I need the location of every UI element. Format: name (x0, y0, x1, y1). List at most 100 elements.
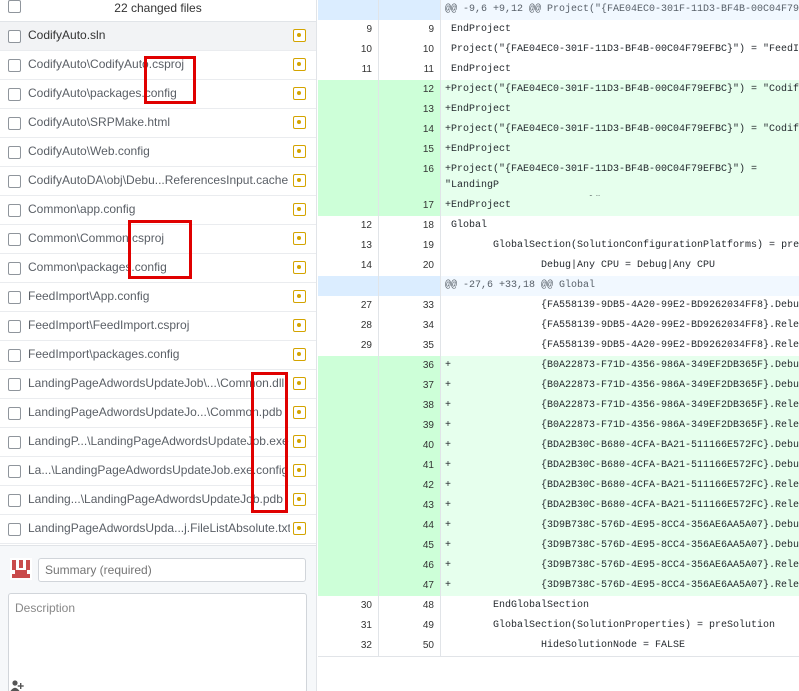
new-line-number: 50 (422, 640, 434, 651)
modified-icon (293, 406, 306, 419)
file-list-item[interactable]: LandingP...\LandingPageAdwordsUpdateJob.… (0, 428, 316, 457)
file-list-item[interactable]: CodifyAuto\CodifyAuto.csproj (0, 51, 316, 80)
new-line-number: 49 (422, 620, 434, 631)
modified-icon (293, 261, 306, 274)
file-include-checkbox[interactable] (8, 291, 21, 304)
file-include-checkbox[interactable] (8, 436, 21, 449)
old-line-number: 14 (360, 260, 372, 271)
file-path: CodifyAuto.sln (28, 28, 106, 42)
diff-added-line: 42 + {BDA2B30C-B680-4CFA-BA21-511166E572F… (318, 476, 799, 496)
description-placeholder: Description (15, 601, 76, 615)
file-list-item[interactable]: Common\Common.csproj (0, 225, 316, 254)
file-include-checkbox[interactable] (8, 88, 21, 101)
changes-sidebar: 22 changed files CodifyAuto.sln CodifyAut… (0, 0, 317, 691)
file-include-checkbox[interactable] (8, 465, 21, 478)
diff-code: + {BDA2B30C-B680-4CFA-BA21-511166E572FC}… (445, 440, 799, 451)
file-include-checkbox[interactable] (8, 204, 21, 217)
diff-hunk-header: @@ -9,6 +9,12 @@ Project("{FAE04EC0-301F… (318, 0, 799, 20)
file-include-checkbox[interactable] (8, 378, 21, 391)
old-line-number: 30 (360, 600, 372, 611)
diff-code: {FA558139-9DB5-4A20-99E2-BD9262034FF8}.R… (541, 340, 799, 351)
file-include-checkbox[interactable] (8, 117, 21, 130)
diff-context-line: 12 18 Global (318, 216, 799, 236)
new-line-number: 40 (378, 436, 440, 456)
add-person-icon[interactable] (10, 680, 24, 691)
diff-code: Project("{FAE04EC0-301F-11D3-BF4B-00C04F… (445, 44, 799, 55)
old-line-number: 32 (360, 640, 372, 651)
diff-added-line: 12 +Project("{FAE04EC0-301F-11D3-BF4B-00C… (318, 80, 799, 100)
file-list-item[interactable]: CodifyAuto.sln (0, 22, 316, 51)
diff-code: + {3D9B738C-576D-4E95-8CC4-356AE6AA5A07}… (445, 580, 799, 591)
old-line-number (318, 436, 378, 456)
file-include-checkbox[interactable] (8, 407, 21, 420)
file-list-item[interactable]: CodifyAuto\packages.config (0, 80, 316, 109)
diff-hunk-header: @@ -27,6 +33,18 @@ Global (318, 276, 799, 296)
modified-icon (293, 232, 306, 245)
diff-context-line: 31 49 GlobalSection(SolutionProperties) =… (318, 616, 799, 636)
diff-added-line: 37 + {B0A22873-F71D-4356-986A-349EF2DB365… (318, 376, 799, 396)
file-list-item[interactable]: Common\packages.config (0, 254, 316, 283)
file-include-checkbox[interactable] (8, 349, 21, 362)
file-include-checkbox[interactable] (8, 320, 21, 333)
diff-code: EndProject (445, 24, 512, 35)
diff-code: @@ -9,6 +9,12 @@ Project("{FAE04EC0-301F… (445, 4, 799, 15)
file-list-item[interactable]: LandingPageAdwordsUpdateJob\...\Common.d… (0, 370, 316, 399)
new-line-number: 41 (378, 456, 440, 476)
new-line-number: 12 (378, 80, 440, 100)
old-line-number (318, 516, 378, 536)
diff-code: +Project("{FAE04EC0-301F-11D3-BF4B-00C04… (445, 124, 799, 135)
file-path: LandingPageAdwordsUpda...j.FileListAbsol… (28, 521, 290, 535)
diff-code: + {BDA2B30C-B680-4CFA-BA21-511166E572FC}… (445, 500, 799, 511)
file-list-item[interactable]: LandingPageAdwordsUpdateJo...\Common.pdb (0, 399, 316, 428)
file-path: CodifyAutoDA\obj\Debu...ReferencesInput.… (28, 173, 289, 187)
new-line-number: 38 (378, 396, 440, 416)
diff-context-line: 29 35 {FA558139-9DB5-4A20-99E2-BD9262034F… (318, 336, 799, 356)
file-include-checkbox[interactable] (8, 494, 21, 507)
file-include-checkbox[interactable] (8, 30, 21, 43)
file-list-item[interactable]: LandingPageAdwordsUpda...j.FileListAbsol… (0, 515, 316, 544)
new-line-number: 9 (428, 24, 434, 35)
file-path: FeedImport\packages.config (28, 347, 180, 361)
diff-context-line: 27 33 {FA558139-9DB5-4A20-99E2-BD9262034F… (318, 296, 799, 316)
file-list-item[interactable]: La...\LandingPageAdwordsUpdateJob.exe.co… (0, 457, 316, 486)
file-list-item[interactable]: FeedImport\FeedImport.csproj (0, 312, 316, 341)
summary-input[interactable] (38, 558, 306, 582)
diff-added-line: 47 + {3D9B738C-576D-4E95-8CC4-356AE6AA5A0… (318, 576, 799, 596)
file-list-item[interactable]: Common\app.config (0, 196, 316, 225)
old-line-number (318, 576, 378, 596)
file-list-item[interactable]: CodifyAutoDA\obj\Debu...ReferencesInput.… (0, 167, 316, 196)
description-field[interactable]: Description (8, 593, 307, 691)
file-include-checkbox[interactable] (8, 523, 21, 536)
diff-code: +EndProject (445, 104, 512, 115)
file-path: CodifyAuto\packages.config (28, 86, 177, 100)
gutter-divider (440, 0, 441, 656)
diff-code: +EndProject (445, 200, 512, 211)
file-list-item[interactable]: FeedImport\packages.config (0, 341, 316, 370)
diff-code: +Project("{FAE04EC0-301F-11D3-BF4B-00C04… (445, 84, 799, 95)
file-include-checkbox[interactable] (8, 59, 21, 72)
new-line-number: 35 (422, 340, 434, 351)
file-include-checkbox[interactable] (8, 233, 21, 246)
diff-context-line: 14 20 Debug|Any CPU = Debug|Any CPU (318, 256, 799, 276)
diff-view: @@ -9,6 +9,12 @@ Project("{FAE04EC0-301F… (318, 0, 799, 691)
old-line-number (318, 376, 378, 396)
file-list-item[interactable]: CodifyAuto\SRPMake.html (0, 109, 316, 138)
file-list-item[interactable]: Landing...\LandingPageAdwordsUpdateJob.p… (0, 486, 316, 515)
old-line-number (318, 100, 378, 120)
old-line-number: 28 (360, 320, 372, 331)
file-include-checkbox[interactable] (8, 262, 21, 275)
file-list-item[interactable]: FeedImport\App.config (0, 283, 316, 312)
diff-code: + {3D9B738C-576D-4E95-8CC4-356AE6AA5A07}… (445, 520, 799, 531)
diff-code: @@ -27,6 +33,18 @@ Global (445, 280, 596, 291)
new-line-number: 13 (378, 100, 440, 120)
modified-icon (293, 493, 306, 506)
file-include-checkbox[interactable] (8, 146, 21, 159)
diff-code: GlobalSection(SolutionProperties) = preS… (445, 620, 776, 631)
file-list-item[interactable]: CodifyAuto\Web.config (0, 138, 316, 167)
modified-icon (293, 58, 306, 71)
new-line-number: 43 (378, 496, 440, 516)
new-line-number: 48 (422, 600, 434, 611)
diff-code: +EndProject (445, 144, 512, 155)
file-include-checkbox[interactable] (8, 175, 21, 188)
new-line-number: 42 (378, 476, 440, 496)
